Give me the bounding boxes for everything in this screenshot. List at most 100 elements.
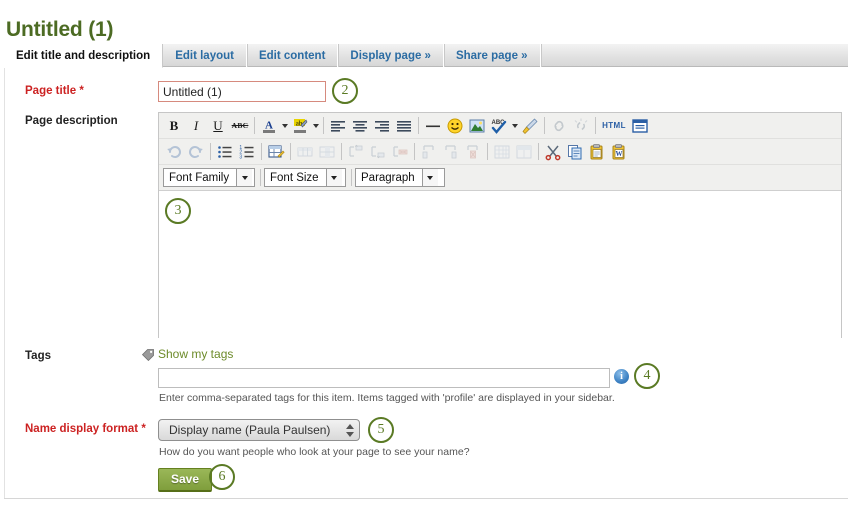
insert-column-after-icon xyxy=(440,141,462,163)
insert-table-icon[interactable] xyxy=(265,141,287,163)
strikethrough-icon[interactable]: ABC xyxy=(229,115,251,137)
font-family-select[interactable]: Font Family xyxy=(163,168,255,187)
annotation-marker-5: 5 xyxy=(368,417,394,443)
annotation-marker-2: 2 xyxy=(332,78,358,104)
toolbar-separator xyxy=(261,143,262,160)
toolbar-separator xyxy=(260,169,261,186)
annotation-marker-3: 3 xyxy=(165,198,191,224)
table-row-properties-icon xyxy=(294,141,316,163)
svg-text:3: 3 xyxy=(239,154,242,160)
insert-column-before-icon xyxy=(418,141,440,163)
font-family-select-label: Font Family xyxy=(164,169,236,186)
fullscreen-icon[interactable] xyxy=(629,115,651,137)
paragraph-format-select-label: Paragraph xyxy=(356,169,422,186)
toolbar-separator xyxy=(351,169,352,186)
horizontal-rule-icon[interactable] xyxy=(422,115,444,137)
tag-icon xyxy=(141,347,155,364)
left-vertical-rule xyxy=(4,67,5,498)
toolbar-separator xyxy=(418,117,419,134)
tab-label: Edit layout xyxy=(175,50,234,62)
tab-0[interactable]: Edit title and description xyxy=(4,44,163,68)
align-center-icon[interactable] xyxy=(349,115,371,137)
bold-icon[interactable]: B xyxy=(163,115,185,137)
chevron-down-icon[interactable] xyxy=(236,169,252,186)
tab-2[interactable]: Edit content xyxy=(247,44,338,67)
name-display-format-value: Display name (Paula Paulsen) xyxy=(159,423,341,437)
annotation-marker-6: 6 xyxy=(209,464,235,490)
cut-icon[interactable] xyxy=(542,141,564,163)
toolbar-separator xyxy=(414,143,415,160)
name-display-format-help-text: How do you want people who look at your … xyxy=(159,446,470,458)
svg-text:A: A xyxy=(265,119,273,131)
insert-image-icon[interactable] xyxy=(466,115,488,137)
copy-icon[interactable] xyxy=(564,141,586,163)
toolbar-separator xyxy=(210,143,211,160)
text-color-icon[interactable]: A xyxy=(258,115,280,137)
align-right-icon[interactable] xyxy=(371,115,393,137)
toolbar-separator xyxy=(538,143,539,160)
cleanup-icon[interactable] xyxy=(519,115,541,137)
table-cell-properties-icon xyxy=(316,141,338,163)
undo-icon xyxy=(163,141,185,163)
text-color-dropdown-arrow-icon[interactable] xyxy=(280,115,289,137)
insert-link-icon xyxy=(548,115,570,137)
spellcheck-icon[interactable]: ABC xyxy=(488,115,510,137)
unlink-icon xyxy=(570,115,592,137)
numbered-list-icon[interactable]: 123 xyxy=(236,141,258,163)
toolbar-separator xyxy=(323,117,324,134)
split-cells-icon xyxy=(491,141,513,163)
paste-icon[interactable] xyxy=(586,141,608,163)
underline-icon[interactable]: U xyxy=(207,115,229,137)
editor-content-area[interactable] xyxy=(159,191,841,338)
editor-toolbar-row-1: BIUABCAabABCHTML xyxy=(159,113,841,139)
tab-4[interactable]: Share page » xyxy=(444,44,541,67)
delete-column-icon xyxy=(462,141,484,163)
tags-input[interactable] xyxy=(158,368,610,388)
page-title-input[interactable] xyxy=(158,81,326,102)
background-color-icon[interactable]: ab xyxy=(289,115,311,137)
bullet-list-icon[interactable] xyxy=(214,141,236,163)
page-root: Untitled (1) Edit title and descriptionE… xyxy=(0,0,852,510)
name-display-format-label: Name display format * xyxy=(25,423,146,435)
italic-icon[interactable]: I xyxy=(185,115,207,137)
font-size-select[interactable]: Font Size xyxy=(264,168,346,187)
html-source-icon[interactable]: HTML xyxy=(599,115,629,137)
info-icon[interactable]: i xyxy=(614,369,629,384)
align-justify-icon[interactable] xyxy=(393,115,415,137)
toolbar-separator xyxy=(544,117,545,134)
tab-list: Edit title and description Edit layout Edi… xyxy=(4,44,848,67)
page-title-label: Page title * xyxy=(25,85,84,97)
tab-3[interactable]: Display page » xyxy=(338,44,444,67)
merge-cells-icon xyxy=(513,141,535,163)
bottom-rule xyxy=(4,498,848,499)
delete-row-icon xyxy=(389,141,411,163)
toolbar-separator xyxy=(254,117,255,134)
background-color-dropdown-arrow-icon[interactable] xyxy=(311,115,320,137)
show-my-tags-link[interactable]: Show my tags xyxy=(158,347,233,361)
tags-help-text: Enter comma-separated tags for this item… xyxy=(159,392,615,404)
emoticon-icon[interactable] xyxy=(444,115,466,137)
stepper-arrows-icon xyxy=(341,420,359,440)
paragraph-format-select[interactable]: Paragraph xyxy=(355,168,445,187)
toolbar-separator xyxy=(341,143,342,160)
redo-icon xyxy=(185,141,207,163)
tab-bar: Edit title and description Edit layout Edi… xyxy=(4,44,848,67)
tab-label: Share page » xyxy=(456,50,528,62)
svg-text:W: W xyxy=(616,150,623,158)
chevron-down-icon[interactable] xyxy=(326,169,342,186)
editor-toolbar-row-2: 123 W xyxy=(159,139,841,165)
insert-row-before-icon xyxy=(345,141,367,163)
tab-1[interactable]: Edit layout xyxy=(163,44,247,67)
tab-label: Display page » xyxy=(350,50,431,62)
spellcheck-dropdown-arrow-icon[interactable] xyxy=(510,115,519,137)
toolbar-separator xyxy=(487,143,488,160)
page-title: Untitled (1) xyxy=(6,18,113,42)
name-display-format-select[interactable]: Display name (Paula Paulsen) xyxy=(158,419,360,441)
page-description-label: Page description xyxy=(25,115,118,127)
tags-label: Tags xyxy=(25,350,51,362)
chevron-down-icon[interactable] xyxy=(422,169,438,186)
align-left-icon[interactable] xyxy=(327,115,349,137)
save-button[interactable]: Save xyxy=(158,468,212,492)
paste-from-word-icon[interactable]: W xyxy=(608,141,630,163)
tab-label: Edit title and description xyxy=(16,50,150,62)
